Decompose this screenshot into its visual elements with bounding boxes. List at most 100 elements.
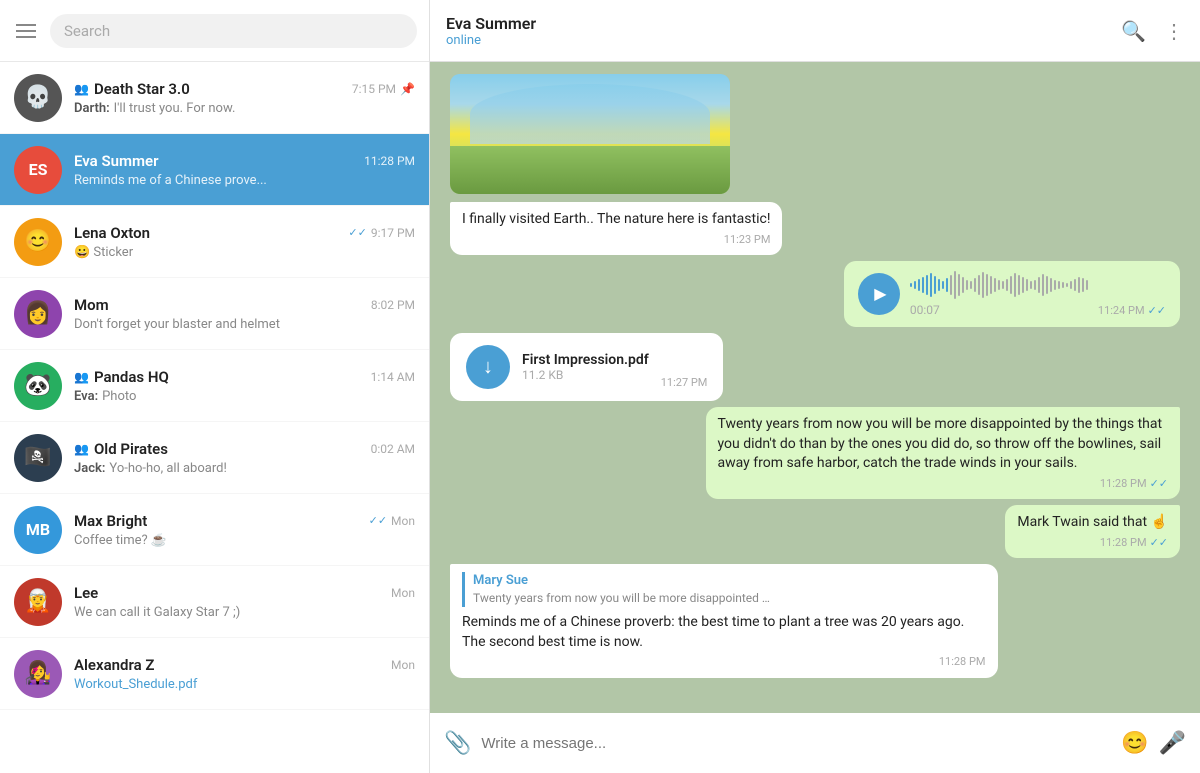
menu-button[interactable] bbox=[12, 20, 40, 42]
chat-list: 💀 👥Death Star 3.0 7:15 PM 📌 Darth: I'll … bbox=[0, 62, 429, 773]
group-icon: 👥 bbox=[74, 82, 89, 96]
messages-area: I finally visited Earth.. The nature her… bbox=[430, 62, 1200, 713]
message-text: I finally visited Earth.. The nature her… bbox=[462, 211, 770, 227]
chat-preview: Jack: Yo-ho-ho, all aboard! bbox=[74, 461, 415, 476]
voice-duration: 00:07 bbox=[910, 303, 1088, 317]
preview-text: Photo bbox=[102, 389, 136, 404]
chat-item-eva-summer[interactable]: ES Eva Summer 11:28 PM Reminds me of a C… bbox=[0, 134, 429, 206]
preview-sender: Eva: bbox=[74, 389, 98, 404]
chat-info: Max Bright ✓✓ Mon Coffee time? ☕ bbox=[74, 512, 415, 548]
avatar: 🐼 bbox=[14, 362, 62, 410]
chat-item-lee[interactable]: 🧝 Lee Mon We can call it Galaxy Star 7 ;… bbox=[0, 566, 429, 638]
right-panel: Eva Summer online 🔍 ⋮ I finally visited … bbox=[430, 0, 1200, 773]
message-input[interactable] bbox=[481, 735, 1111, 752]
voice-bubble: ▶ 00:07 11:24 PM ✓✓ bbox=[844, 261, 1180, 327]
text-bubble: I finally visited Earth.. The nature her… bbox=[450, 202, 782, 255]
chat-header: 👥Old Pirates 0:02 AM bbox=[74, 440, 415, 458]
chat-item-alexandra-z[interactable]: 👩‍🎤 Alexandra Z Mon Workout_Shedule.pdf bbox=[0, 638, 429, 710]
reply-author: Mary Sue bbox=[473, 572, 986, 590]
chat-header: Eva Summer 11:28 PM bbox=[74, 152, 415, 170]
chat-item-death-star[interactable]: 💀 👥Death Star 3.0 7:15 PM 📌 Darth: I'll … bbox=[0, 62, 429, 134]
preview-text: Don't forget your blaster and helmet bbox=[74, 317, 280, 332]
chat-time: 9:17 PM bbox=[371, 226, 415, 240]
preview-text: Yo-ho-ho, all aboard! bbox=[109, 461, 226, 476]
input-bar: 📎 😊 🎤 bbox=[430, 713, 1200, 773]
contact-status: online bbox=[446, 33, 1109, 48]
chat-header: Lee Mon bbox=[74, 584, 415, 602]
chat-time: 11:28 PM bbox=[364, 154, 415, 168]
file-info: First Impression.pdf 11.2 KB bbox=[522, 352, 649, 382]
search-icon[interactable]: 🔍 bbox=[1121, 19, 1146, 43]
chat-header: 👥Pandas HQ 1:14 AM bbox=[74, 368, 415, 386]
chat-preview: Reminds me of a Chinese prove... bbox=[74, 173, 415, 188]
emoji-icon[interactable]: 😊 bbox=[1121, 731, 1148, 756]
file-size: 11.2 KB bbox=[522, 368, 649, 382]
message-photo bbox=[450, 74, 1180, 196]
chat-preview: Eva: Photo bbox=[74, 389, 415, 404]
chat-info: 👥Pandas HQ 1:14 AM Eva: Photo bbox=[74, 368, 415, 404]
message-time: 11:28 PM bbox=[462, 654, 986, 669]
group-icon: 👥 bbox=[74, 370, 89, 384]
top-bar-icons: 🔍 ⋮ bbox=[1121, 19, 1184, 43]
chat-header: Max Bright ✓✓ Mon bbox=[74, 512, 415, 530]
message-text: Mark Twain said that ☝ bbox=[1017, 514, 1168, 530]
pin-icon: 📌 bbox=[400, 82, 415, 96]
chat-top-bar: Eva Summer online 🔍 ⋮ bbox=[430, 0, 1200, 62]
chat-info: Eva Summer 11:28 PM Reminds me of a Chin… bbox=[74, 152, 415, 188]
chat-item-old-pirates[interactable]: 🏴‍☠️ 👥Old Pirates 0:02 AM Jack: Yo-ho-ho… bbox=[0, 422, 429, 494]
more-options-icon[interactable]: ⋮ bbox=[1164, 19, 1184, 43]
preview-text: I'll trust you. For now. bbox=[114, 101, 236, 116]
chat-item-pandas-hq[interactable]: 🐼 👥Pandas HQ 1:14 AM Eva: Photo bbox=[0, 350, 429, 422]
avatar: 😊 bbox=[14, 218, 62, 266]
chat-name: Eva Summer bbox=[74, 152, 159, 170]
avatar: 👩 bbox=[14, 290, 62, 338]
download-icon: ↓ bbox=[483, 354, 493, 379]
group-icon: 👥 bbox=[74, 442, 89, 456]
waveform bbox=[910, 271, 1088, 299]
chat-item-lena-oxton[interactable]: 😊 Lena Oxton ✓✓ 9:17 PM 😀 Sticker bbox=[0, 206, 429, 278]
chat-name: Alexandra Z bbox=[74, 656, 154, 674]
chat-preview: 😀 Sticker bbox=[74, 245, 415, 260]
avatar: 🏴‍☠️ bbox=[14, 434, 62, 482]
chat-item-max-bright[interactable]: MB Max Bright ✓✓ Mon Coffee time? ☕ bbox=[0, 494, 429, 566]
attach-icon[interactable]: 📎 bbox=[444, 731, 471, 756]
chat-preview: Darth: I'll trust you. For now. bbox=[74, 101, 415, 116]
preview-sender: Jack: bbox=[74, 461, 105, 476]
download-button[interactable]: ↓ bbox=[466, 345, 510, 389]
avatar: 💀 bbox=[14, 74, 62, 122]
search-input[interactable]: Search bbox=[50, 14, 417, 48]
chat-preview: Workout_Shedule.pdf bbox=[74, 677, 415, 692]
chat-info: Lena Oxton ✓✓ 9:17 PM 😀 Sticker bbox=[74, 224, 415, 260]
chat-info: 👥Death Star 3.0 7:15 PM 📌 Darth: I'll tr… bbox=[74, 80, 415, 116]
chat-name: Lee bbox=[74, 584, 98, 602]
text-bubble: Twenty years from now you will be more d… bbox=[706, 407, 1181, 499]
avatar: 👩‍🎤 bbox=[14, 650, 62, 698]
text-bubble: Mary Sue Twenty years from now you will … bbox=[450, 564, 998, 678]
microphone-icon[interactable]: 🎤 bbox=[1159, 731, 1186, 756]
chat-time: 7:15 PM bbox=[352, 82, 396, 96]
chat-info: Alexandra Z Mon Workout_Shedule.pdf bbox=[74, 656, 415, 692]
chat-header: Alexandra Z Mon bbox=[74, 656, 415, 674]
left-panel: Search 💀 👥Death Star 3.0 7:15 PM 📌 Darth… bbox=[0, 0, 430, 773]
chat-time: Mon bbox=[391, 658, 415, 672]
avatar: MB bbox=[14, 506, 62, 554]
preview-text: Coffee time? ☕ bbox=[74, 533, 167, 548]
chat-header: 👥Death Star 3.0 7:15 PM 📌 bbox=[74, 80, 415, 98]
preview-text: We can call it Galaxy Star 7 ;) bbox=[74, 605, 240, 620]
message-text: Twenty years from now you will be more d… bbox=[718, 416, 1163, 471]
chat-item-mom[interactable]: 👩 Mom 8:02 PM Don't forget your blaster … bbox=[0, 278, 429, 350]
message-reply: Mary Sue Twenty years from now you will … bbox=[450, 564, 1180, 678]
file-name: First Impression.pdf bbox=[522, 352, 649, 368]
chat-name: Lena Oxton bbox=[74, 224, 150, 242]
message-bubble: I finally visited Earth.. The nature her… bbox=[450, 202, 782, 255]
chat-name: Mom bbox=[74, 296, 109, 314]
photo-bubble bbox=[450, 74, 730, 194]
message-time: 11:24 PM ✓✓ bbox=[1098, 304, 1166, 317]
chat-time: 1:14 AM bbox=[371, 370, 415, 384]
play-button[interactable]: ▶ bbox=[858, 273, 900, 315]
chat-time: Mon bbox=[391, 586, 415, 600]
chat-time: Mon bbox=[391, 514, 415, 528]
chat-time: 8:02 PM bbox=[371, 298, 415, 312]
message-voice: ▶ 00:07 11:24 PM ✓✓ bbox=[450, 261, 1180, 327]
message-text: Reminds me of a Chinese proverb: the bes… bbox=[462, 614, 964, 650]
